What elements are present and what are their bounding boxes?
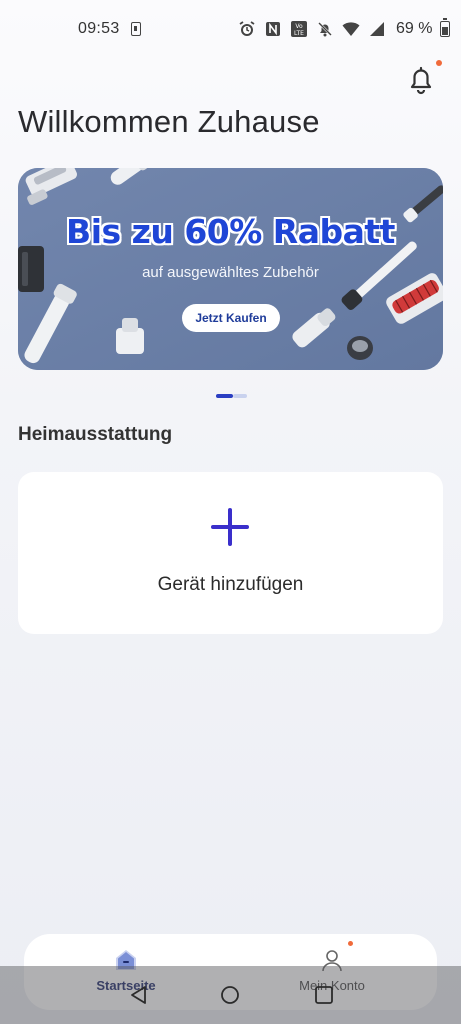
carousel-dot [233,394,247,398]
recents-icon[interactable] [313,984,335,1006]
alarm-icon [238,20,256,38]
section-title: Heimausstattung [18,424,173,445]
svg-text:LTE: LTE [294,30,304,37]
system-nav-bar [0,966,461,1024]
volte-icon: Vo LTE [290,20,308,38]
sim-icon [131,22,141,36]
battery-icon [440,18,451,37]
banner-headline: Bis zu 60% Rabatt [66,212,395,251]
status-time: 09:53 [78,20,120,37]
back-icon[interactable] [128,984,150,1006]
nfc-icon [264,20,282,38]
carousel-indicator [216,394,247,398]
promo-banner[interactable]: Bis zu 60% Rabatt auf ausgewähltes Zubeh… [18,168,443,370]
status-icons: Vo LTE 69 % [238,18,451,39]
wifi-icon [342,20,360,38]
plus-icon [211,508,249,546]
bell-icon [410,66,432,95]
mute-icon [316,20,334,38]
status-bar: 09:53 Vo LTE 69 % [0,0,461,58]
carousel-dot-active [216,394,233,398]
notification-bell-button[interactable] [404,62,438,96]
add-device-label: Gerät hinzufügen [157,574,304,595]
add-device-card[interactable]: Gerät hinzufügen [18,472,443,634]
account-badge [348,941,353,946]
notification-badge [436,60,442,66]
page-title: Willkommen Zuhause [18,104,320,139]
banner-subtitle: auf ausgewähltes Zubehör [142,264,319,281]
signal-icon [368,20,386,38]
battery-percent: 69 % [396,20,433,37]
shop-now-button[interactable]: Jetzt Kaufen [182,304,280,332]
home-circle-icon[interactable] [219,984,241,1006]
svg-text:Vo: Vo [295,23,303,30]
